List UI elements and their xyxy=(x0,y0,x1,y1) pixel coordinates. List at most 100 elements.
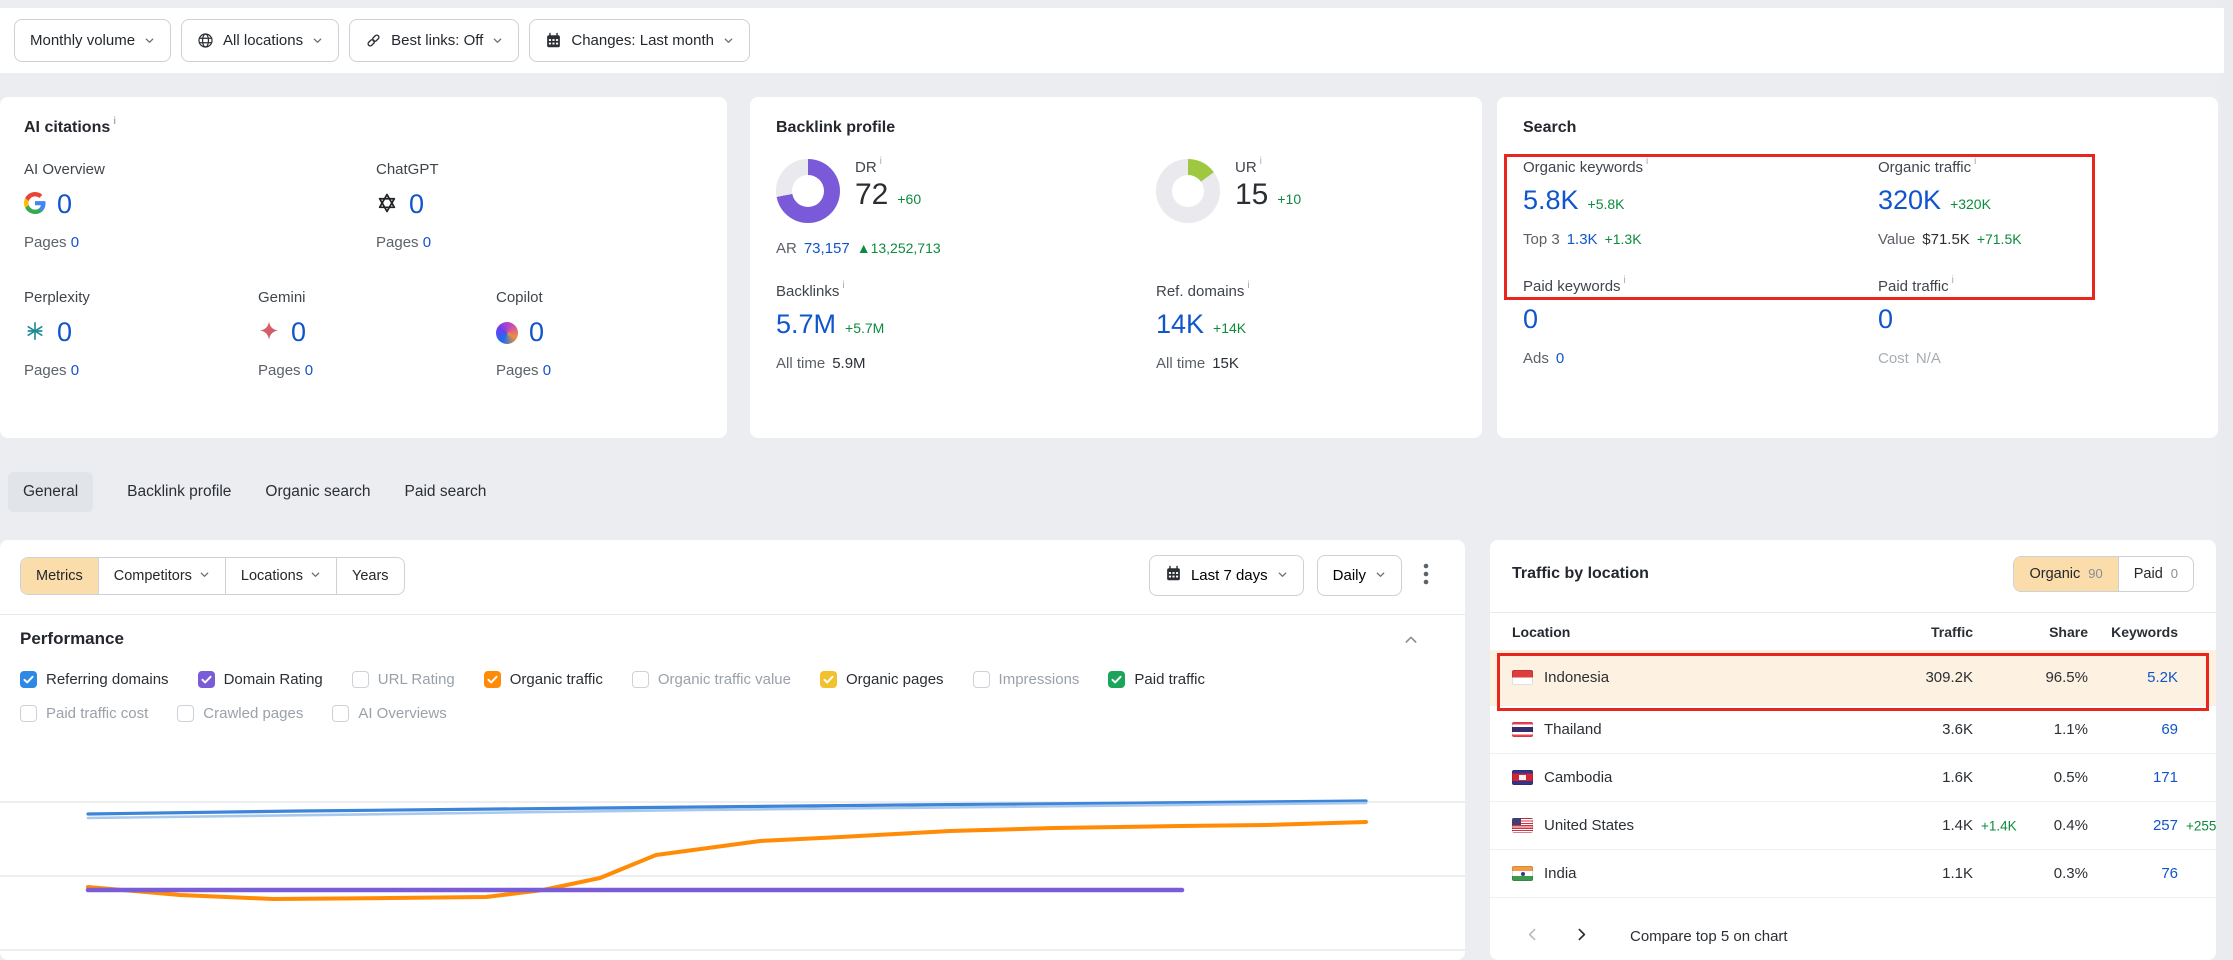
ai-citations-count-link[interactable]: 0 xyxy=(57,317,72,348)
backlinks-value-link[interactable]: 5.7M xyxy=(776,309,836,340)
ai-citations-count-link[interactable]: 0 xyxy=(409,189,424,220)
location-row-united-states[interactable]: United States 1.4K+1.4K 0.4% 257+255 xyxy=(1490,802,2216,850)
info-icon[interactable] xyxy=(880,157,882,174)
keywords-count-link[interactable]: 5.2K xyxy=(2147,669,2178,686)
ads-count-link[interactable]: 0 xyxy=(1556,350,1564,367)
dr-value: 72 xyxy=(855,178,888,212)
location-name: United States xyxy=(1544,817,1634,834)
pages-count-link[interactable]: 0 xyxy=(305,362,313,379)
segment-competitors[interactable]: Competitors xyxy=(98,558,225,594)
compare-top5-link[interactable]: Compare top 5 on chart xyxy=(1630,928,1788,945)
info-icon[interactable] xyxy=(1247,281,1249,298)
prev-page-button[interactable] xyxy=(1520,922,1545,950)
tab-paid-search[interactable]: Paid search xyxy=(405,483,487,501)
toggle-organic[interactable]: Organic90 xyxy=(2014,557,2117,591)
divider xyxy=(0,614,1465,615)
checkbox xyxy=(352,671,369,688)
scrollbar-gutter[interactable] xyxy=(2220,0,2233,960)
organic-traffic-value-link[interactable]: 320K xyxy=(1878,185,1941,216)
location-row-cambodia[interactable]: Cambodia 1.6K 0.5% 171 xyxy=(1490,754,2216,802)
location-row-india[interactable]: India 1.1K 0.3% 76 xyxy=(1490,850,2216,898)
location-row-indonesia[interactable]: Indonesia 309.2K 96.5% 5.2K xyxy=(1490,650,2216,706)
keywords-count-link[interactable]: 76 xyxy=(2161,865,2178,882)
toggle-paid[interactable]: Paid0 xyxy=(2118,557,2193,591)
pages-count-link[interactable]: 0 xyxy=(543,362,551,379)
chevron-down-icon xyxy=(723,35,734,46)
metric-toggle-organic-pages[interactable]: Organic pages xyxy=(820,671,944,688)
ai-citations-count-link[interactable]: 0 xyxy=(291,317,306,348)
ai-source-label: AI Overview xyxy=(24,161,376,178)
filter-label: All locations xyxy=(223,32,303,49)
section-tabs: General Backlink profile Organic search Pai… xyxy=(8,469,486,515)
pages-count-link[interactable]: 0 xyxy=(71,362,79,379)
paid-traffic-value-link[interactable]: 0 xyxy=(1878,304,1893,335)
chevron-down-icon xyxy=(1375,567,1386,584)
date-range-button[interactable]: Last 7 days xyxy=(1149,555,1304,596)
location-row-thailand[interactable]: Thailand 3.6K 1.1% 69 xyxy=(1490,706,2216,754)
segment-locations[interactable]: Locations xyxy=(225,558,336,594)
metric-toggle-impressions[interactable]: Impressions xyxy=(973,671,1080,688)
keywords-cell: 5.2K xyxy=(2088,669,2178,686)
filter-button-monthly-volume[interactable]: Monthly volume xyxy=(14,19,171,62)
next-page-button[interactable] xyxy=(1569,922,1594,950)
info-icon[interactable] xyxy=(1624,276,1626,293)
info-icon[interactable] xyxy=(1952,276,1954,293)
metric-toggle-ai-overviews[interactable]: AI Overviews xyxy=(332,705,446,722)
info-icon[interactable] xyxy=(1974,157,1976,174)
info-icon[interactable] xyxy=(1260,157,1262,174)
filter-button-best-links-off[interactable]: Best links: Off xyxy=(349,19,519,62)
keywords-count-link[interactable]: 257 xyxy=(2153,817,2178,834)
pages-count-link[interactable]: 0 xyxy=(71,234,79,251)
view-segmented-control: MetricsCompetitorsLocationsYears xyxy=(20,557,405,595)
organic-keywords-value-link[interactable]: 5.8K xyxy=(1523,185,1579,216)
info-icon[interactable] xyxy=(113,117,116,127)
metric-toggle-crawled-pages[interactable]: Crawled pages xyxy=(177,705,303,722)
dr-label: DR xyxy=(855,159,921,176)
share-value: 0.5% xyxy=(1973,769,2088,786)
tab-backlink-profile[interactable]: Backlink profile xyxy=(127,483,231,501)
checkbox xyxy=(20,705,37,722)
filters-toolbar: Monthly volume All locations Best links: O… xyxy=(0,8,2224,73)
granularity-button[interactable]: Daily xyxy=(1317,555,1402,596)
more-options-button[interactable] xyxy=(1423,563,1429,588)
kebab-icon xyxy=(1423,563,1429,588)
performance-line-chart[interactable] xyxy=(0,750,1465,960)
paid-keywords-value-link[interactable]: 0 xyxy=(1523,304,1538,335)
segment-metrics[interactable]: Metrics xyxy=(21,558,98,594)
filter-button-all-locations[interactable]: All locations xyxy=(181,19,339,62)
metric-toggle-paid-traffic[interactable]: Paid traffic xyxy=(1108,671,1205,688)
segment-years[interactable]: Years xyxy=(336,558,404,594)
top3-keywords-link[interactable]: 1.3K xyxy=(1567,231,1598,248)
info-icon[interactable] xyxy=(1646,157,1648,174)
ref-domains-value-link[interactable]: 14K xyxy=(1156,309,1204,340)
ai-citation-perplexity: Perplexity 0 Pages 0 xyxy=(24,289,258,379)
chevron-up-icon xyxy=(1403,636,1419,651)
tab-organic-search[interactable]: Organic search xyxy=(265,483,370,501)
url-rating-block: UR 15+10 xyxy=(1156,159,1482,223)
chevron-down-icon xyxy=(312,35,323,46)
traffic-by-location-title: Traffic by location xyxy=(1512,565,1649,583)
ai-citation-chatgpt: ChatGPT 0 Pages 0 xyxy=(376,161,727,251)
chart-line-organic-traffic[interactable] xyxy=(88,822,1366,899)
chevron-down-icon xyxy=(492,35,503,46)
collapse-section-button[interactable] xyxy=(1403,632,1419,651)
metric-toggle-organic-traffic[interactable]: Organic traffic xyxy=(484,671,603,688)
dr-delta: +60 xyxy=(897,191,921,207)
pages-count-link[interactable]: 0 xyxy=(423,234,431,251)
ahrefs-rank-link[interactable]: 73,157 xyxy=(804,240,850,257)
metric-toggle-domain-rating[interactable]: Domain Rating xyxy=(198,671,323,688)
ai-citations-count-link[interactable]: 0 xyxy=(529,317,544,348)
metric-toggle-referring-domains[interactable]: Referring domains xyxy=(20,671,169,688)
keywords-count-link[interactable]: 69 xyxy=(2161,721,2178,738)
metric-toggle-url-rating[interactable]: URL Rating xyxy=(352,671,455,688)
tab-general[interactable]: General xyxy=(8,472,93,512)
filter-button-changes-last-month[interactable]: Changes: Last month xyxy=(529,19,750,62)
ai-source-label: ChatGPT xyxy=(376,161,727,178)
info-icon[interactable] xyxy=(842,281,844,298)
metric-toggle-paid-traffic-cost[interactable]: Paid traffic cost xyxy=(20,705,148,722)
keywords-count-link[interactable]: 171 xyxy=(2153,769,2178,786)
metric-toggle-organic-traffic-value[interactable]: Organic traffic value xyxy=(632,671,791,688)
ai-citation-copilot: Copilot 0 Pages 0 xyxy=(496,289,727,379)
ai-citations-count-link[interactable]: 0 xyxy=(57,189,72,220)
search-title: Search xyxy=(1523,119,2218,137)
